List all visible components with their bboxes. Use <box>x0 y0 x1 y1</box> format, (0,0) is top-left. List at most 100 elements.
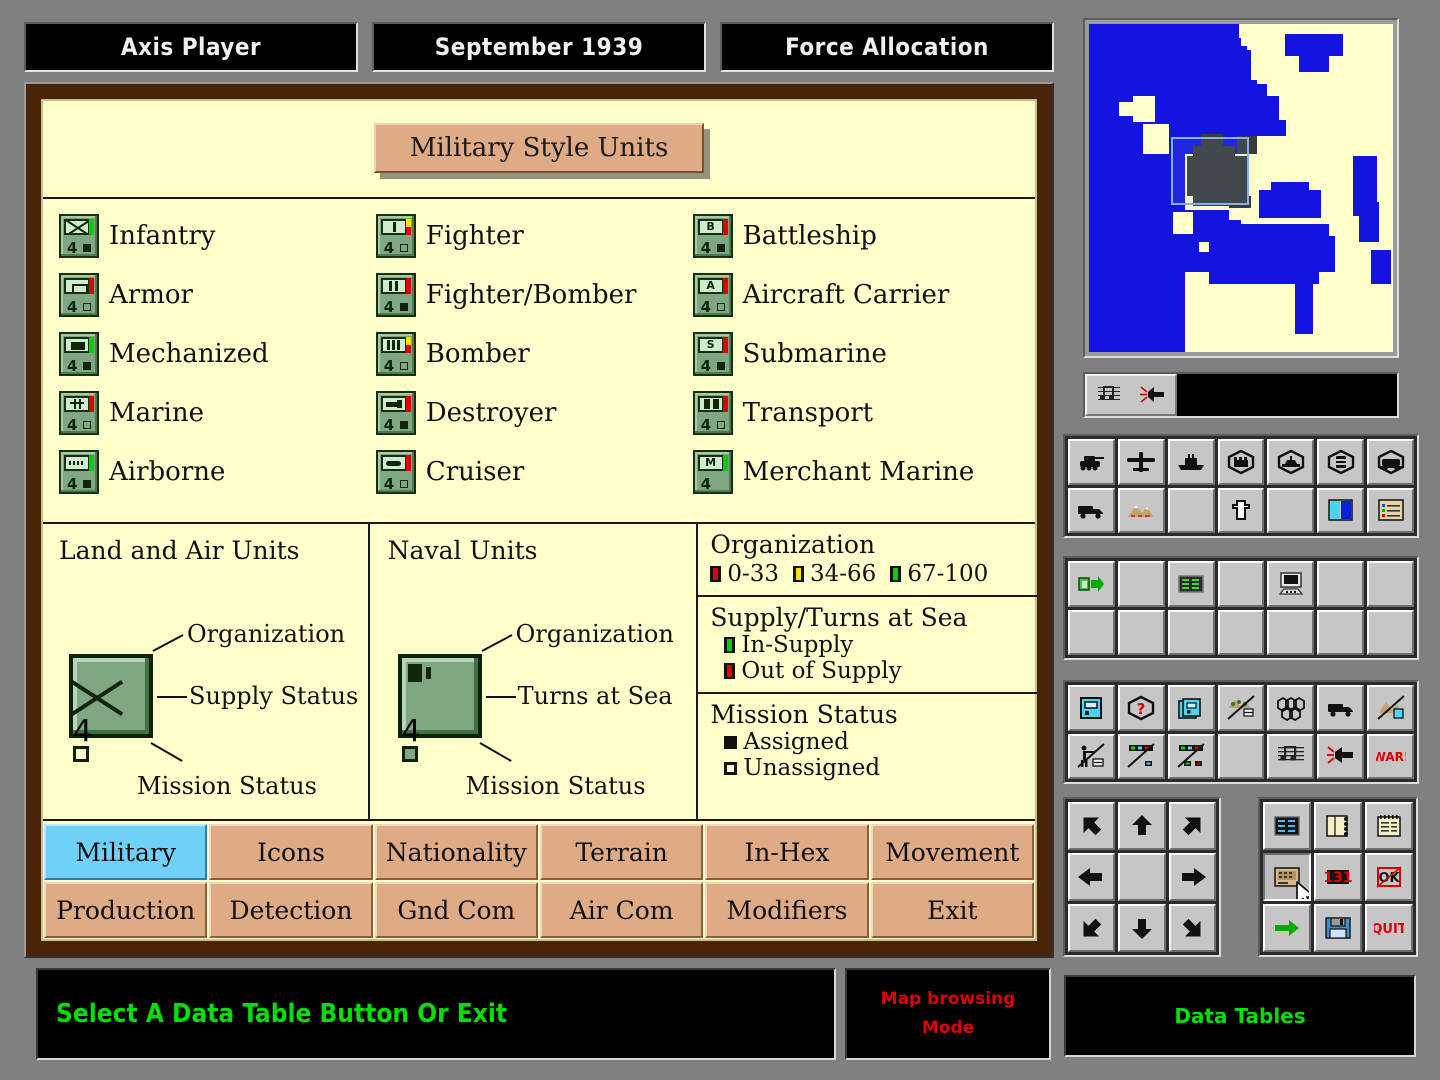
save-floppy-icon[interactable] <box>1314 904 1362 952</box>
tab-nationality[interactable]: Nationality <box>374 824 538 880</box>
elevation-off-icon[interactable] <box>1367 685 1414 731</box>
tab-air-com[interactable]: Air Com <box>539 882 704 938</box>
unknown-hex-icon[interactable]: ? <box>1117 685 1165 731</box>
toolbar-empty-slot <box>1317 561 1365 607</box>
symbol-sub-icon <box>383 457 405 469</box>
counter-symbol-box <box>380 277 407 294</box>
cross-marker-icon[interactable] <box>1217 487 1265 533</box>
organization-key: Organization 0-33 34-66 67-100 <box>698 524 1037 597</box>
mini-map-frame[interactable] <box>1083 18 1399 358</box>
arrow-down[interactable] <box>1118 904 1166 952</box>
tab-gnd-com[interactable]: Gnd Com <box>374 882 538 938</box>
stacked-counters-icon[interactable] <box>1167 685 1215 731</box>
counter-strength: 4 <box>67 474 78 493</box>
org-bars-off-icon[interactable] <box>1117 733 1165 779</box>
infantry-off-icon[interactable] <box>1068 733 1115 779</box>
ok-disabled-icon[interactable]: OK <box>1365 853 1413 901</box>
unit-counter-icon: 4 <box>59 390 99 435</box>
unit-legend-row: 4 Armor <box>59 272 376 317</box>
supply-truck-icon[interactable] <box>1068 487 1115 533</box>
data-table-blue-icon[interactable] <box>1263 802 1311 850</box>
tab-detection[interactable]: Detection <box>209 882 373 938</box>
tab-modifiers[interactable]: Modifiers <box>705 882 869 938</box>
header-player: Axis Player <box>24 22 358 72</box>
tab-movement[interactable]: Movement <box>870 824 1034 880</box>
counter-strength: 4 <box>383 238 395 257</box>
tab-row-1: Military Icons Nationality Terrain In-Hex Mov… <box>43 823 1035 881</box>
unit-type-label: Infantry <box>109 220 216 251</box>
unit-counter-icon[interactable] <box>1068 685 1115 731</box>
counter-131-icon[interactable]: 131 <box>1314 853 1362 901</box>
counter-symbol-box: M <box>697 454 724 471</box>
unit-type-label: Fighter/Bomber <box>425 279 637 310</box>
tab-icons[interactable]: Icons <box>209 824 373 880</box>
counter-strength: 4 <box>67 415 78 434</box>
organization-range-item: 34-66 <box>793 561 876 587</box>
unit-counter-icon: 4 <box>375 272 416 317</box>
aircraft-icon[interactable] <box>1117 439 1165 485</box>
arrow-right[interactable] <box>1168 853 1216 901</box>
map-viewport-rect[interactable] <box>1171 137 1249 205</box>
data-table-tan-icon[interactable] <box>1263 853 1311 901</box>
tab-in-hex[interactable]: In-Hex <box>705 824 869 880</box>
counter-strength: 4 <box>383 415 395 434</box>
hex-grid-icon[interactable] <box>1267 685 1315 731</box>
organization-bar <box>722 218 728 235</box>
mission-status-marker <box>83 479 91 488</box>
supply-truck-icon[interactable] <box>1317 685 1365 731</box>
supply-key: Supply/Turns at Sea In-Supply Out of Supp… <box>698 597 1037 694</box>
unit-type-label: Battleship <box>742 220 877 251</box>
arrow-left[interactable] <box>1068 853 1116 901</box>
music-note-icon[interactable] <box>1267 733 1315 779</box>
organization-bar <box>405 454 411 471</box>
rail-hex-icon[interactable] <box>1367 439 1414 485</box>
symbol-ship-icon <box>383 398 405 410</box>
tab-military[interactable]: Military <box>44 824 208 880</box>
mission-status-marker <box>399 479 408 488</box>
arrow-down-left[interactable] <box>1068 904 1116 952</box>
naval-callout-turns: Turns at Sea <box>517 682 673 710</box>
terrain-off-icon[interactable] <box>1217 685 1265 731</box>
organization-key-title: Organization <box>710 530 876 559</box>
ship-icon[interactable] <box>1167 439 1215 485</box>
unit-legend-row: 4 Fighter/Bomber <box>375 272 693 317</box>
land-air-legend: Land and Air Units 4 Organization Supply… <box>41 524 370 819</box>
panel-title-button[interactable]: Military Style Units <box>373 123 705 173</box>
arrow-up-left[interactable] <box>1068 802 1116 850</box>
oil-hex-icon[interactable] <box>1317 439 1365 485</box>
tab-terrain[interactable]: Terrain <box>539 824 704 880</box>
sound-toggle-buttons[interactable] <box>1085 374 1177 416</box>
org-color-swatch <box>890 566 902 582</box>
land-counter-diagram: 4 <box>69 654 153 762</box>
counter-symbol-box <box>64 336 90 353</box>
naval-callout-mission: Mission Status <box>465 772 646 800</box>
color-bars-icon[interactable] <box>1317 487 1365 533</box>
port-hex-icon[interactable] <box>1267 439 1315 485</box>
arrow-up[interactable] <box>1118 802 1166 850</box>
tab-production[interactable]: Production <box>44 882 208 938</box>
speaker-icon[interactable] <box>1317 733 1365 779</box>
tab-row-2: Production Detection Gnd Com Air Com Modifie… <box>43 881 1035 939</box>
factory-hex-icon[interactable] <box>1217 439 1265 485</box>
unit-move-arrow-icon[interactable] <box>1068 561 1115 607</box>
status-bars-off-icon[interactable] <box>1167 733 1215 779</box>
org-range-label: 67-100 <box>907 561 989 587</box>
tank-icon[interactable] <box>1068 439 1115 485</box>
arrow-down-right[interactable] <box>1168 904 1216 952</box>
war-indicator[interactable]: WAR! <box>1367 733 1414 779</box>
legend-list-icon[interactable] <box>1367 487 1414 533</box>
notepad-icon[interactable] <box>1365 802 1413 850</box>
mountain-terrain-icon[interactable] <box>1117 487 1165 533</box>
computer-icon[interactable] <box>1267 561 1315 607</box>
toolbar-empty-slot <box>1217 609 1265 655</box>
mission-status-marker <box>716 302 725 311</box>
data-table-icon[interactable] <box>1167 561 1215 607</box>
mini-map[interactable] <box>1089 24 1393 352</box>
unit-counter-icon: 4 <box>692 390 733 435</box>
notebook-icon[interactable] <box>1314 802 1362 850</box>
arrow-up-right[interactable] <box>1168 802 1216 850</box>
unit-type-label: Transport <box>742 397 874 428</box>
tab-exit[interactable]: Exit <box>870 882 1034 938</box>
quit-button[interactable]: QUIT <box>1365 904 1413 952</box>
next-arrow-icon[interactable] <box>1263 904 1311 952</box>
